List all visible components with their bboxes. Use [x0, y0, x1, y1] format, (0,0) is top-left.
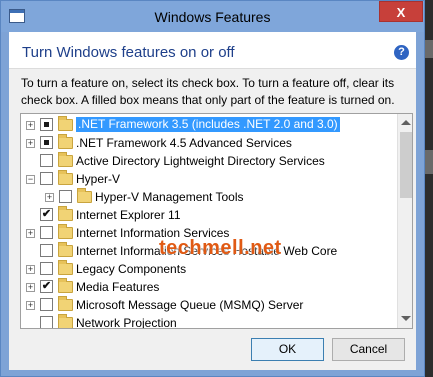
feature-row[interactable]: + ✔ Media Features: [21, 278, 397, 296]
folder-icon: [58, 170, 73, 185]
ok-button[interactable]: OK: [251, 338, 324, 361]
feature-checkbox[interactable]: [59, 190, 72, 203]
dialog-body: Turn Windows features on or off ? To tur…: [9, 32, 416, 370]
feature-checkbox[interactable]: [40, 316, 53, 328]
cancel-button[interactable]: Cancel: [332, 338, 405, 361]
feature-label[interactable]: Hyper-V: [76, 172, 120, 186]
close-button[interactable]: X: [379, 1, 423, 22]
folder-icon: [58, 224, 73, 239]
feature-checkbox[interactable]: [40, 298, 53, 311]
title-bar[interactable]: Windows Features X: [1, 1, 424, 32]
folder-icon: [58, 116, 73, 131]
feature-row[interactable]: Network Projection: [21, 314, 397, 328]
feature-label[interactable]: Media Features: [76, 280, 159, 294]
expand-plus-icon[interactable]: +: [26, 121, 35, 130]
folder-icon: [58, 296, 73, 311]
dialog-header: Turn Windows features on or off ?: [9, 32, 416, 69]
feature-checkbox[interactable]: [40, 262, 53, 275]
folder-icon: [58, 278, 73, 293]
folder-icon: [58, 314, 73, 328]
feature-checkbox[interactable]: [40, 172, 53, 185]
desktop-edge-segment: [425, 40, 433, 58]
feature-label[interactable]: Network Projection: [76, 316, 177, 328]
expand-plus-icon[interactable]: +: [26, 301, 35, 310]
feature-row[interactable]: + .NET Framework 4.5 Advanced Services: [21, 134, 397, 152]
expand-plus-icon[interactable]: +: [45, 193, 54, 202]
feature-label[interactable]: .NET Framework 4.5 Advanced Services: [76, 136, 292, 150]
feature-row[interactable]: + Hyper-V Management Tools: [21, 188, 397, 206]
feature-checkbox[interactable]: [40, 136, 53, 149]
feature-label[interactable]: Active Directory Lightweight Directory S…: [76, 154, 325, 168]
page-title: Turn Windows features on or off: [22, 44, 235, 61]
expand-plus-icon[interactable]: +: [26, 229, 35, 238]
feature-checkbox[interactable]: ✔: [40, 280, 53, 293]
feature-row[interactable]: + Legacy Components: [21, 260, 397, 278]
folder-icon: [58, 134, 73, 149]
expand-plus-icon[interactable]: +: [26, 283, 35, 292]
desktop-edge-segment: [425, 150, 433, 174]
feature-checkbox[interactable]: [40, 244, 53, 257]
feature-row[interactable]: − Hyper-V: [21, 170, 397, 188]
window-title: Windows Features: [154, 9, 271, 25]
folder-icon: [58, 242, 73, 257]
scroll-down-arrow-icon[interactable]: [401, 316, 411, 321]
feature-checkbox[interactable]: [40, 226, 53, 239]
expand-plus-icon[interactable]: +: [26, 265, 35, 274]
folder-icon: [58, 260, 73, 275]
feature-label[interactable]: Microsoft Message Queue (MSMQ) Server: [76, 298, 303, 312]
feature-label[interactable]: Legacy Components: [76, 262, 186, 276]
vertical-scrollbar[interactable]: [397, 114, 412, 328]
folder-icon: [58, 206, 73, 221]
feature-checkbox[interactable]: ✔: [40, 208, 53, 221]
feature-tree[interactable]: + .NET Framework 3.5 (includes .NET 2.0 a…: [20, 113, 413, 329]
collapse-minus-icon[interactable]: −: [26, 175, 35, 184]
feature-row[interactable]: + .NET Framework 3.5 (includes .NET 2.0 a…: [21, 116, 397, 134]
desktop-background: [425, 0, 433, 377]
feature-checkbox[interactable]: [40, 118, 53, 131]
folder-icon: [58, 152, 73, 167]
windows-features-dialog: Windows Features X Turn Windows features…: [0, 0, 425, 377]
feature-label[interactable]: .NET Framework 3.5 (includes .NET 2.0 an…: [76, 117, 340, 132]
scrollbar-thumb[interactable]: [400, 132, 412, 198]
feature-label[interactable]: Hyper-V Management Tools: [95, 190, 244, 204]
feature-row[interactable]: ✔ Internet Explorer 11: [21, 206, 397, 224]
feature-row[interactable]: Active Directory Lightweight Directory S…: [21, 152, 397, 170]
expand-plus-icon[interactable]: +: [26, 139, 35, 148]
feature-checkbox[interactable]: [40, 154, 53, 167]
feature-label[interactable]: Internet Explorer 11: [76, 208, 181, 222]
watermark-text: techmell.net: [159, 237, 282, 259]
folder-icon: [77, 188, 92, 203]
instructions-text: To turn a feature on, select its check b…: [21, 76, 395, 107]
help-icon[interactable]: ?: [394, 45, 409, 60]
feature-row[interactable]: + Microsoft Message Queue (MSMQ) Server: [21, 296, 397, 314]
scroll-up-arrow-icon[interactable]: [401, 120, 411, 125]
